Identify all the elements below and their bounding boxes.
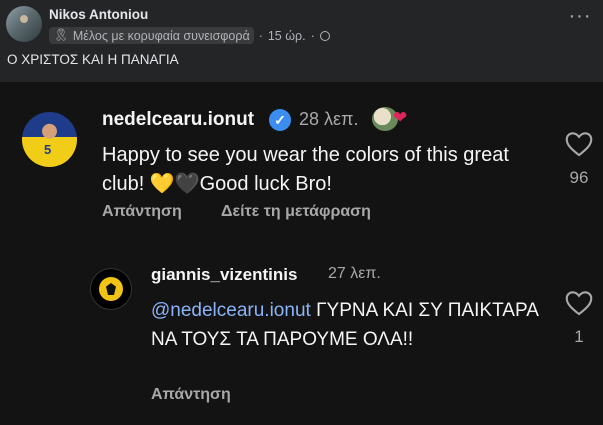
see-translation-button[interactable]: Δείτε τη μετάφραση	[221, 203, 371, 221]
red-heart-icon: ❤	[393, 108, 408, 127]
mention-link[interactable]: @nedelcearu.ionut	[151, 300, 311, 321]
meta-separator: ·	[258, 28, 263, 43]
comment-time: 28 λεπ.	[299, 109, 359, 129]
post-meta: 🎗 Μέλος με κορυφαία συνεισφορά · 15 ώρ. …	[49, 27, 330, 44]
post-header: Nikos Antoniou 🎗 Μέλος με κορυφαία συνει…	[0, 0, 603, 48]
heart-icon	[565, 291, 593, 316]
globe-icon	[319, 30, 330, 41]
post-author-name[interactable]: Nikos Antoniou	[49, 7, 148, 22]
top-contributor-badge[interactable]: 🎗 Μέλος με κορυφαία συνεισφορά	[49, 27, 254, 44]
verified-icon: ✓	[269, 109, 291, 131]
comment-text-after: Good luck Bro!	[199, 173, 332, 195]
like-count: 96	[569, 168, 589, 187]
more-icon: ···	[568, 5, 592, 27]
reply-time: 27 λεπ.	[328, 265, 381, 282]
like-button[interactable]	[565, 131, 593, 157]
reply-to-reply-button[interactable]: Απάντηση	[151, 386, 231, 404]
more-options-button[interactable]: ···	[566, 6, 594, 30]
replier-avatar[interactable]	[90, 268, 132, 310]
black-heart-icon: 🖤	[174, 173, 200, 195]
comment-text: Happy to see you wear the colors of this…	[102, 141, 542, 199]
post-text: Ο ΧΡΙΣΤΟΣ ΚΑΙ Η ΠΑΝΑΓΙΑ	[7, 52, 179, 67]
commenter-avatar[interactable]	[22, 112, 77, 167]
commenter-username[interactable]: nedelcearu.ionut	[102, 109, 254, 131]
instagram-screenshot: nedelcearu.ionut ✓ 28 λεπ. ❤ Happy to se…	[0, 82, 603, 425]
badge-label: Μέλος με κορυφαία συνεισφορά	[72, 28, 250, 43]
heart-icon	[565, 132, 593, 157]
reply-like-count: 1	[574, 327, 584, 346]
meta-separator-2: ·	[310, 28, 315, 43]
badge-icon: 🎗	[53, 28, 69, 42]
aek-logo	[99, 277, 123, 301]
post-time[interactable]: 15 ώρ.	[268, 29, 306, 43]
reply-text: @nedelcearu.ionut ΓΥΡΝΑ ΚΑΙ ΣΥ ΠΑΙΚΤΑΡΑ …	[151, 296, 551, 354]
author-avatar[interactable]	[6, 6, 42, 42]
replier-username[interactable]: giannis_vizentinis	[151, 265, 297, 285]
reply-button[interactable]: Απάντηση	[102, 203, 182, 221]
like-reply-button[interactable]	[565, 290, 593, 316]
yellow-heart-icon: 💛	[149, 173, 175, 195]
